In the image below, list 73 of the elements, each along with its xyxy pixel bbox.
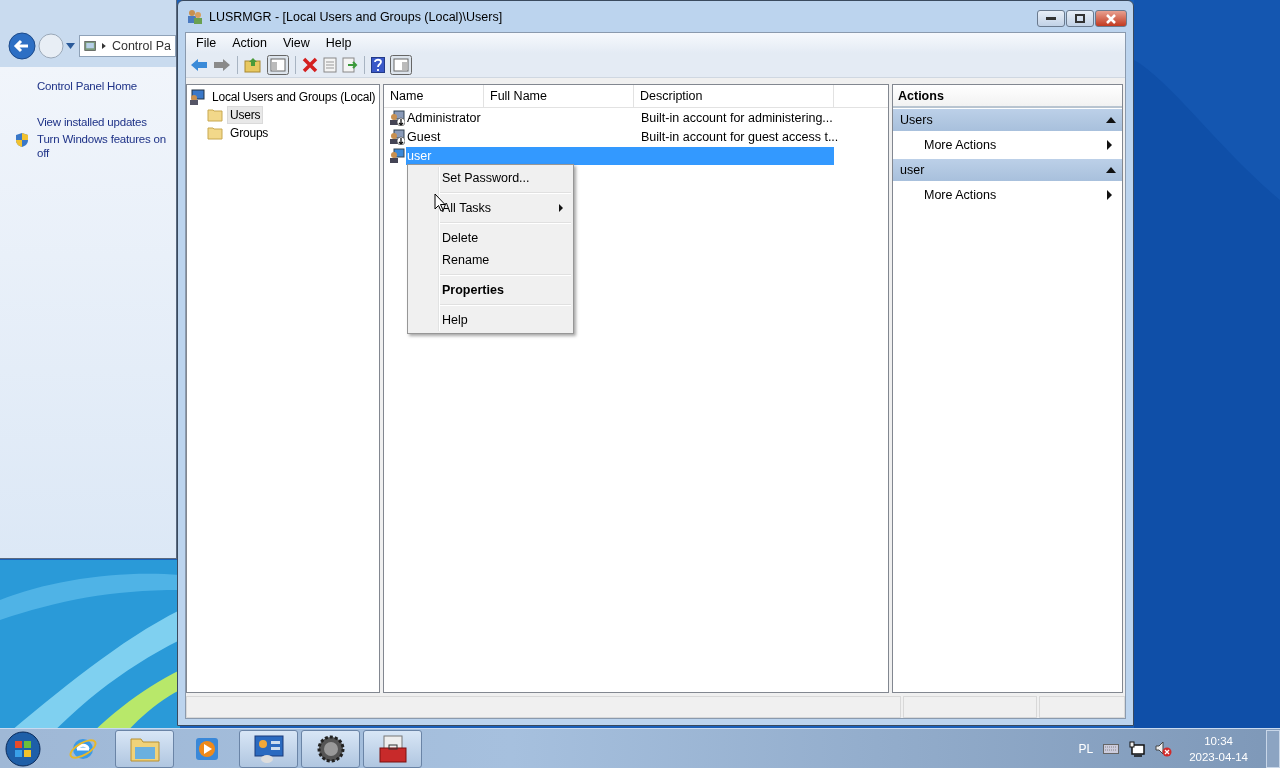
close-button[interactable] bbox=[1095, 10, 1127, 27]
toolbox-icon bbox=[377, 734, 408, 764]
menu-item[interactable]: Help bbox=[317, 36, 360, 50]
collapse-icon[interactable] bbox=[1106, 167, 1116, 173]
section-title: user bbox=[900, 163, 925, 177]
shield-icon bbox=[14, 132, 30, 148]
keyboard-icon[interactable] bbox=[1103, 744, 1120, 754]
users-icon bbox=[187, 8, 203, 25]
taskbar-button[interactable] bbox=[363, 730, 422, 768]
table-cell: Built-in account for administering... bbox=[641, 110, 833, 125]
table-cell-text: Administrator bbox=[406, 110, 482, 125]
menu-item[interactable]: All Tasks bbox=[408, 197, 573, 219]
menu-item[interactable]: Properties bbox=[408, 279, 573, 301]
dropdown-icon[interactable] bbox=[66, 43, 75, 49]
control-panel-icon bbox=[252, 734, 285, 764]
media-player-icon bbox=[193, 736, 220, 762]
action-link[interactable]: More Actions bbox=[924, 187, 997, 202]
address-bar[interactable]: Control Pa bbox=[79, 35, 176, 57]
section-title: Users bbox=[900, 113, 933, 127]
start-button[interactable] bbox=[5, 731, 41, 767]
folder-up-icon[interactable] bbox=[244, 57, 262, 73]
close-icon bbox=[1106, 13, 1116, 24]
taskbar-button[interactable] bbox=[239, 730, 298, 768]
restore-icon bbox=[1075, 14, 1085, 23]
menu-item[interactable]: View bbox=[274, 36, 318, 50]
minimize-button[interactable] bbox=[1037, 10, 1065, 27]
table-cell: Built-in account for guest access t... bbox=[641, 129, 839, 144]
action-pane-icon[interactable] bbox=[390, 55, 412, 75]
speaker-muted-icon[interactable] bbox=[1155, 741, 1174, 757]
tree-item[interactable]: Local Users and Groups (Local) bbox=[209, 88, 379, 106]
menu-item[interactable]: Delete bbox=[408, 227, 573, 249]
console-tree-icon[interactable] bbox=[267, 55, 289, 75]
section-header[interactable]: Users bbox=[893, 109, 1122, 131]
submenu-arrow-icon bbox=[559, 204, 563, 212]
submenu-arrow-icon bbox=[1107, 189, 1112, 200]
table-cell-text: Guest bbox=[406, 129, 442, 144]
gear-icon bbox=[315, 734, 346, 764]
collapse-icon[interactable] bbox=[1106, 117, 1116, 123]
folder-icon bbox=[128, 735, 161, 763]
network-icon[interactable] bbox=[1129, 741, 1146, 757]
menu-item[interactable]: File bbox=[188, 36, 225, 50]
minimize-icon bbox=[1046, 16, 1056, 21]
breadcrumb-text: Control Pa bbox=[111, 39, 171, 53]
sidebar-link[interactable]: Control Panel Home bbox=[14, 79, 137, 93]
submenu-arrow-icon bbox=[1107, 139, 1112, 150]
chevron-icon bbox=[102, 42, 106, 50]
computer-users-icon bbox=[189, 89, 205, 105]
table-cell-text: user bbox=[406, 148, 433, 163]
action-link[interactable]: More Actions bbox=[924, 137, 997, 152]
menu-item[interactable]: Rename bbox=[408, 249, 573, 271]
help-icon[interactable] bbox=[371, 57, 385, 73]
section-header[interactable]: user bbox=[893, 159, 1122, 181]
menu-item[interactable]: Action bbox=[224, 36, 275, 50]
tree-item[interactable]: Groups bbox=[227, 124, 272, 142]
column-header[interactable]: Name bbox=[384, 85, 484, 107]
menu-item[interactable]: Set Password... bbox=[408, 167, 573, 189]
sidebar-link[interactable]: Turn Windows features on off bbox=[14, 132, 166, 160]
menu-item[interactable]: Help bbox=[408, 309, 573, 331]
sidebar-link[interactable]: View installed updates bbox=[14, 115, 147, 129]
back-icon[interactable] bbox=[8, 32, 36, 60]
column-header[interactable]: Description bbox=[634, 85, 834, 107]
export-icon[interactable] bbox=[342, 57, 358, 73]
window-title: LUSRMGR - [Local Users and Groups (Local)\Users] bbox=[209, 9, 504, 24]
control-panel-icon bbox=[84, 38, 97, 54]
delete-icon[interactable] bbox=[302, 57, 318, 73]
tree-item[interactable]: Users bbox=[227, 106, 264, 124]
folder-icon bbox=[207, 108, 223, 122]
restore-button[interactable] bbox=[1066, 10, 1094, 27]
column-header[interactable]: Full Name bbox=[484, 85, 634, 107]
back-arrow-icon[interactable] bbox=[190, 58, 208, 72]
taskbar-button[interactable] bbox=[301, 730, 360, 768]
folder-icon bbox=[207, 126, 223, 140]
forward-arrow-icon[interactable] bbox=[213, 58, 231, 72]
